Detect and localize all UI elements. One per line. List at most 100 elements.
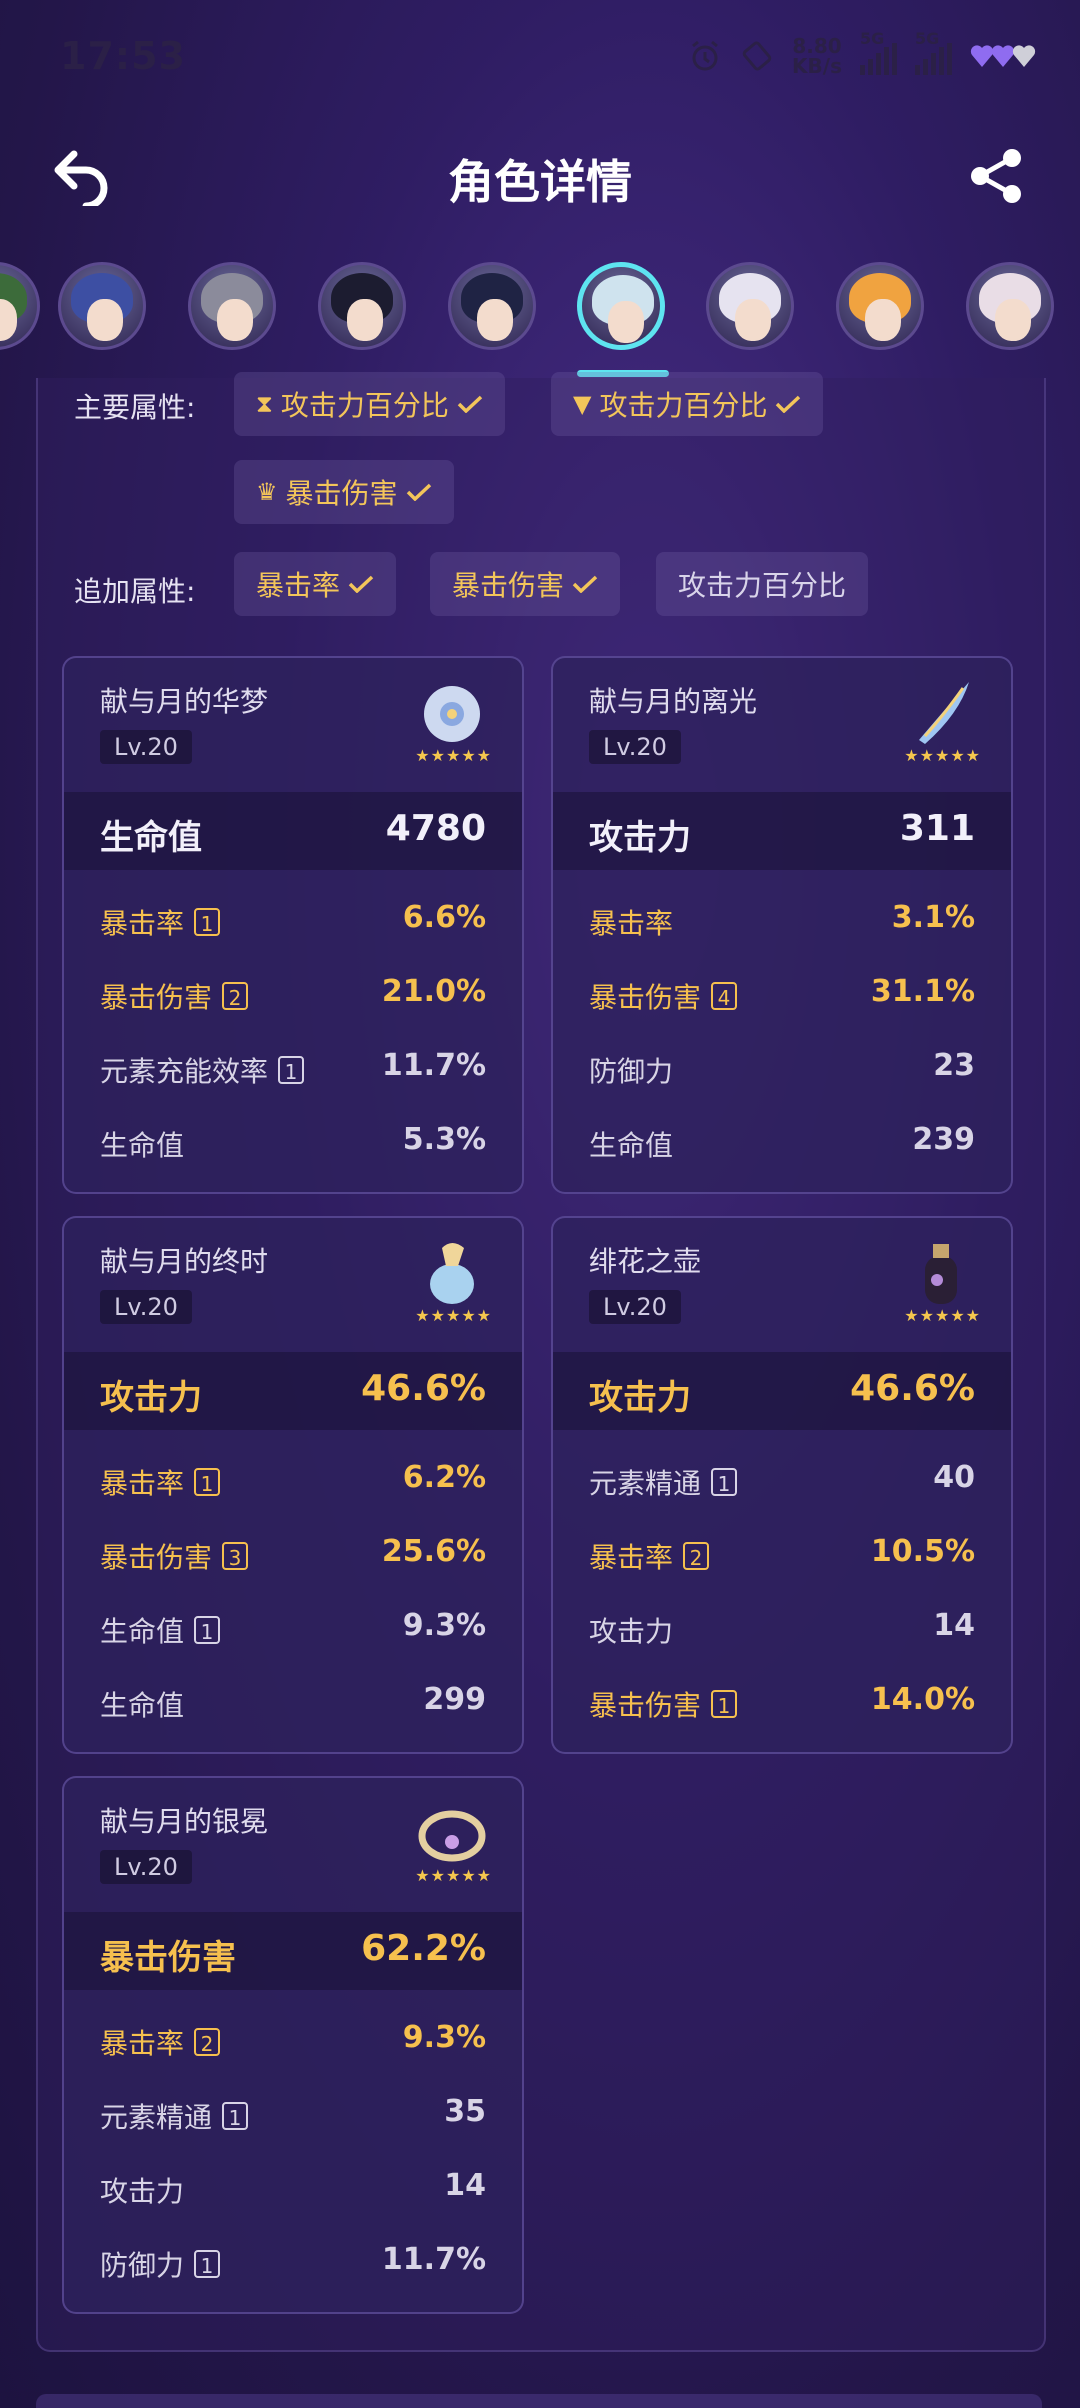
roll-count-badge: 4: [711, 982, 738, 1010]
rarity-stars: ★★★★★: [415, 1866, 492, 1885]
sub-stat-name: 暴击伤害: [589, 1689, 702, 1722]
sub-stat-row: 元素精通 1 35: [64, 2084, 522, 2144]
main-stat-value: 46.6%: [850, 1368, 975, 1409]
sub-stat-row: 攻击力 14: [553, 1598, 1011, 1658]
share-icon[interactable]: [966, 146, 1026, 206]
roll-count-badge: 1: [194, 2250, 221, 2278]
rarity-stars: ★★★★★: [415, 1306, 492, 1325]
avatar-face: [865, 299, 901, 341]
avatar-face: [217, 299, 253, 341]
roll-count-badge: 2: [194, 2028, 221, 2056]
sub-stat-row: 生命值 299: [64, 1672, 522, 1732]
signal-2: 5G: [915, 29, 952, 75]
sub-stat-row: 暴击伤害 1 14.0%: [553, 1672, 1011, 1732]
roll-count-badge: 1: [194, 1616, 221, 1644]
artifact-image-icon: [919, 682, 969, 744]
character-avatar-7[interactable]: [706, 262, 794, 350]
sub-stat-row: 生命值 1 9.3%: [64, 1598, 522, 1658]
sub-stat-name: 元素精通: [589, 1467, 702, 1500]
main-stat-name: 生命值: [100, 818, 202, 858]
artifact-card-plume[interactable]: 献与月的离光 Lv.20 ★★★★★ 攻击力 311 暴击率 3.1% 暴击伤害 4 31.1% 防…: [551, 656, 1013, 1194]
sub-stat-name: 暴击伤害: [100, 1541, 213, 1574]
sub-stat-value: 11.7%: [381, 2242, 486, 2277]
sub-stat-value: 9.3%: [402, 1608, 486, 1643]
character-avatar-9[interactable]: [966, 262, 1054, 350]
sub-stat-row: 暴击率 3.1%: [553, 890, 1011, 950]
artifact-card-sands[interactable]: 献与月的终时 Lv.20 ★★★★★ 攻击力 46.6% 暴击率 1 6.2% 暴击伤害 3 25.…: [62, 1216, 524, 1754]
roll-count-badge: 2: [683, 1542, 710, 1570]
sub-stat-row: 暴击伤害 4 31.1%: [553, 964, 1011, 1024]
artifact-image-icon: [424, 686, 480, 742]
main-stat-row: 攻击力 46.6%: [64, 1352, 522, 1430]
sub-stat-value: 6.6%: [402, 900, 486, 935]
artifact-card-circlet[interactable]: 献与月的银冕 Lv.20 ★★★★★ 暴击伤害 62.2% 暴击率 2 9.3% 元素精通 1 35…: [62, 1776, 524, 2314]
main-attr-chip-1[interactable]: ⧗ 攻击力百分比: [234, 372, 505, 436]
sub-stat-row: 生命值 239: [553, 1112, 1011, 1172]
sub-stat-row: 暴击率 2 10.5%: [553, 1524, 1011, 1584]
rarity-stars: ★★★★★: [415, 746, 492, 765]
extra-attr-chip-2[interactable]: 暴击伤害: [430, 552, 621, 616]
sub-stat-value: 6.2%: [402, 1460, 486, 1495]
main-stat-value: 46.6%: [361, 1368, 486, 1409]
artifact-image-icon: [430, 1243, 474, 1304]
roll-count-badge: 1: [194, 908, 221, 936]
sub-stat-row: 暴击伤害 3 25.6%: [64, 1524, 522, 1584]
sub-stat-name: 暴击率: [100, 2027, 185, 2060]
sub-stat-value: 23: [933, 1048, 975, 1083]
main-attr-chip-3[interactable]: ♛ 暴击伤害: [234, 460, 454, 524]
artifact-name: 献与月的离光: [589, 685, 758, 718]
sub-stat-value: 25.6%: [381, 1534, 486, 1569]
character-avatar-4[interactable]: [318, 262, 406, 350]
extra-attr-chip-1[interactable]: 暴击率: [234, 552, 397, 616]
main-stat-value: 62.2%: [361, 1928, 486, 1969]
main-stat-name: 攻击力: [589, 818, 691, 858]
main-stat-name: 暴击伤害: [100, 1938, 236, 1978]
sub-stat-name: 暴击率: [589, 1541, 674, 1574]
artifact-image-icon: [925, 1244, 957, 1304]
check-icon: [776, 395, 801, 413]
sub-stat-row: 暴击伤害 2 21.0%: [64, 964, 522, 1024]
crown-icon: ♛: [256, 478, 278, 506]
artifact-card-flower[interactable]: 献与月的华梦 Lv.20 ★★★★★ 生命值 4780 暴击率 1 6.6% 暴击伤害 2 21.0…: [62, 656, 524, 1194]
sub-stat-row: 暴击率 1 6.6%: [64, 890, 522, 950]
sub-stat-value: 9.3%: [402, 2020, 486, 2055]
roll-count-badge: 2: [222, 982, 249, 1010]
signal-1: 5G: [860, 29, 897, 75]
roll-count-badge: 3: [222, 1542, 249, 1570]
goblet-icon: ▼: [573, 390, 592, 418]
check-icon: [457, 395, 483, 413]
sub-stat-name: 生命值: [100, 1689, 185, 1722]
character-avatar-3[interactable]: [188, 262, 276, 350]
sub-stat-row: 元素充能效率 1 11.7%: [64, 1038, 522, 1098]
artifact-name: 绯花之壶: [589, 1245, 702, 1278]
sub-stat-name: 生命值: [589, 1129, 674, 1162]
sub-stat-value: 21.0%: [381, 974, 486, 1009]
artifact-card-goblet[interactable]: 绯花之壶 Lv.20 ★★★★★ 攻击力 46.6% 元素精通 1 40 暴击率 2 10.5% 攻击…: [551, 1216, 1013, 1754]
avatar-face: [608, 301, 644, 343]
sub-stat-name: 攻击力: [589, 1615, 674, 1648]
sub-stat-value: 14: [933, 1608, 975, 1643]
status-time: 17:53: [60, 34, 186, 78]
character-avatar-8[interactable]: [836, 262, 924, 350]
battery-hearts-icon: [970, 45, 1036, 67]
sub-stat-name: 生命值: [100, 1129, 185, 1162]
character-avatar-2[interactable]: [58, 262, 146, 350]
sub-stat-name: 攻击力: [100, 2175, 185, 2208]
character-avatar-6[interactable]: [577, 262, 665, 350]
artifact-image-icon: [418, 1810, 486, 1862]
sub-stat-row: 暴击率 1 6.2%: [64, 1450, 522, 1510]
artifact-level: Lv.20: [100, 1290, 192, 1324]
next-section-edge: [36, 2394, 1042, 2408]
character-avatar-5[interactable]: [448, 262, 536, 350]
alarm-icon: [692, 40, 718, 71]
artifact-level: Lv.20: [100, 730, 192, 764]
page-title: 角色详情: [448, 155, 632, 209]
main-attr-chip-2[interactable]: ▼ 攻击力百分比: [551, 372, 824, 436]
extra-attr-chip-3[interactable]: 攻击力百分比: [656, 552, 869, 616]
sub-stat-value: 299: [423, 1682, 486, 1717]
main-stat-name: 攻击力: [589, 1378, 691, 1418]
main-attr-label: 主要属性:: [74, 391, 196, 424]
sub-stat-name: 暴击伤害: [589, 981, 702, 1014]
character-avatar-1[interactable]: [0, 262, 40, 350]
check-icon: [572, 575, 598, 593]
